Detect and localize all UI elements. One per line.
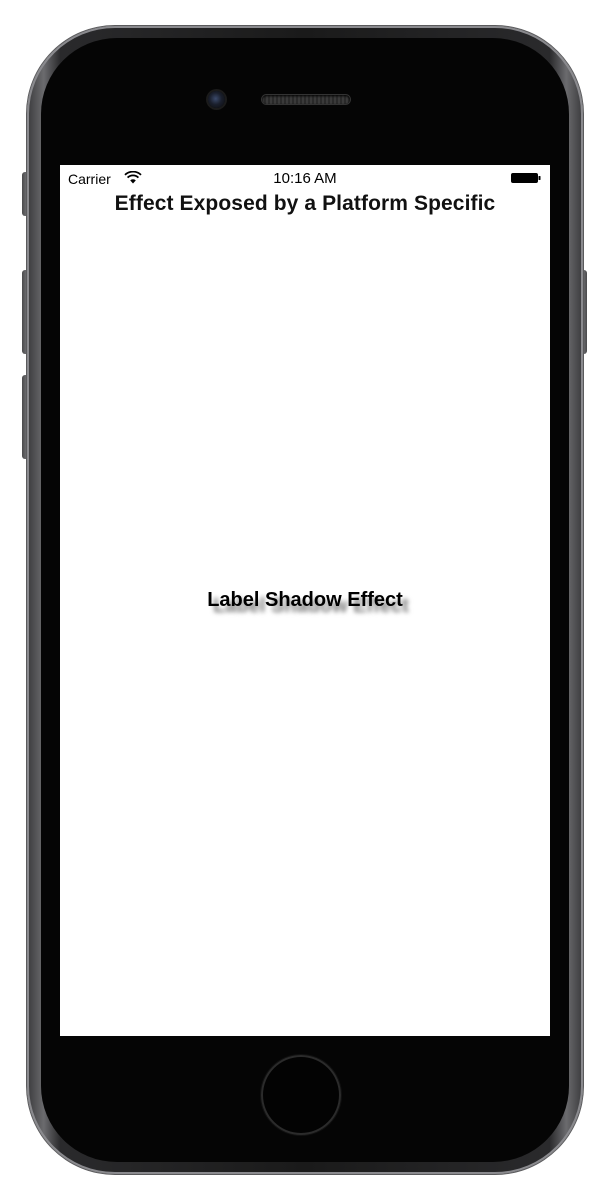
status-bar: Carrier 10:16 AM xyxy=(60,165,550,191)
app-screen: Carrier 10:16 AM Effect Exposed by a Pla… xyxy=(60,165,550,1036)
status-time: 10:16 AM xyxy=(273,170,337,187)
shadow-effect-label: Label Shadow Effect xyxy=(207,589,403,611)
front-camera xyxy=(208,91,225,108)
home-button[interactable] xyxy=(261,1055,341,1135)
earpiece-speaker xyxy=(262,95,350,104)
battery-icon xyxy=(511,173,541,183)
page-title: Effect Exposed by a Platform Specific xyxy=(114,192,496,215)
